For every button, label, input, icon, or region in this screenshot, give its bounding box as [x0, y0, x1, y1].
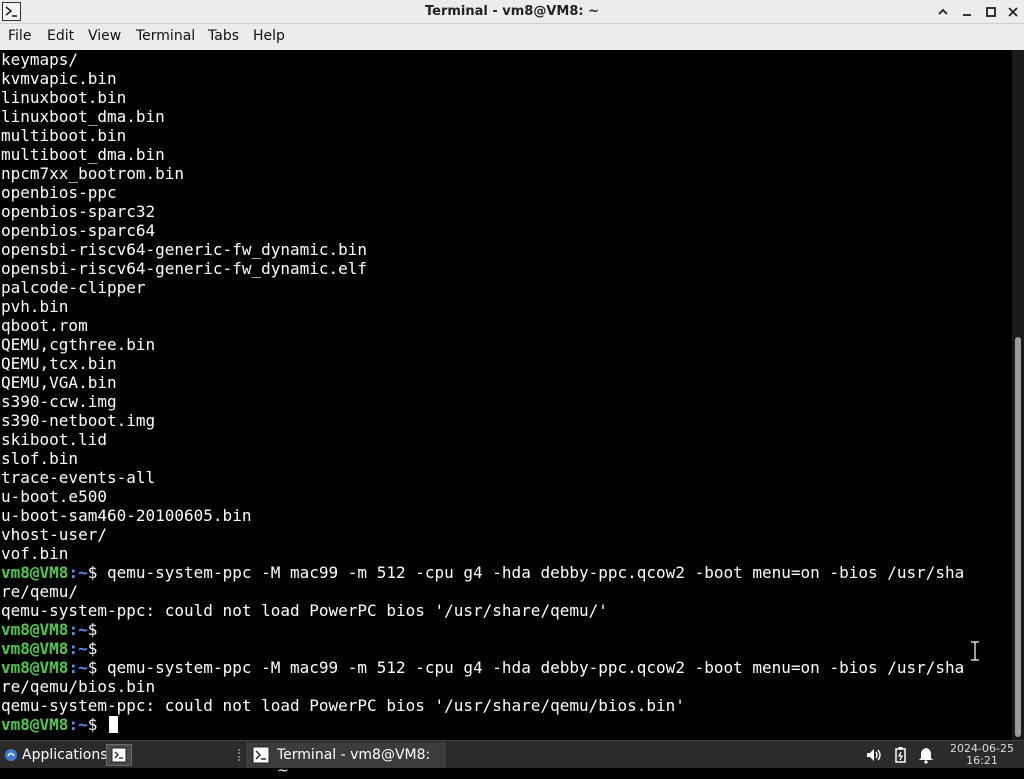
terminal-output-line: slof.bin [1, 449, 79, 468]
window-titlebar[interactable]: Terminal - vm8@VM8: ~ [0, 0, 1024, 24]
menu-file[interactable]: File [8, 28, 31, 44]
prompt-user: vm8@VM8 [1, 639, 69, 658]
terminal-prompt-line: vm8@VM8:~$ qemu-system-ppc -M mac99 -m 5… [1, 563, 964, 582]
terminal-output-line: linuxboot.bin [1, 88, 127, 107]
window-title: Terminal - vm8@VM8: ~ [424, 4, 600, 19]
menu-tabs[interactable]: Tabs [208, 28, 239, 44]
terminal-output-line: keymaps/ [1, 50, 79, 69]
text-cursor [108, 716, 118, 733]
prompt-symbol: $ [87, 639, 98, 658]
terminal-task-icon [252, 746, 270, 764]
prompt-command [97, 715, 107, 734]
prompt-path: :~ [68, 563, 88, 582]
terminal-output-line: opensbi-riscv64-generic-fw_dynamic.elf [1, 259, 368, 278]
prompt-symbol: $ [87, 658, 98, 677]
terminal-output-line: pvh.bin [1, 297, 69, 316]
prompt-path: :~ [68, 658, 88, 677]
terminal-output-line: re/qemu/bios.bin [1, 677, 156, 696]
minimize-button[interactable] [958, 3, 976, 21]
terminal-output-line: opensbi-riscv64-generic-fw_dynamic.bin [1, 240, 368, 259]
clock-time: 16:21 [966, 754, 998, 767]
prompt-command: qemu-system-ppc -M mac99 -m 512 -cpu g4 … [97, 563, 965, 582]
prompt-user: vm8@VM8 [1, 715, 69, 734]
menu-bar: File Edit View Terminal Tabs Help [0, 24, 1024, 50]
menu-edit[interactable]: Edit [47, 28, 74, 44]
terminal-output-line: vhost-user/ [1, 525, 107, 544]
taskbar-window-label: Terminal - vm8@VM8: ~ [277, 747, 431, 779]
maximize-up-icon[interactable] [934, 3, 952, 21]
terminal-output-line: s390-ccw.img [1, 392, 117, 411]
terminal-output-line: palcode-clipper [1, 278, 146, 297]
terminal-prompt-line: vm8@VM8:~$ [1, 620, 964, 639]
prompt-path: :~ [68, 620, 88, 639]
terminal-output-line: vof.bin [1, 544, 69, 563]
prompt-command: qemu-system-ppc -M mac99 -m 512 -cpu g4 … [97, 658, 965, 677]
clock[interactable]: 2024-06-25 16:21 [948, 743, 1016, 767]
notification-bell-icon[interactable] [916, 745, 936, 765]
menu-terminal[interactable]: Terminal [136, 28, 195, 44]
prompt-path: :~ [68, 715, 88, 734]
prompt-symbol: $ [87, 620, 98, 639]
terminal-scrollbar[interactable] [1012, 50, 1024, 740]
taskbar-separator [238, 749, 246, 761]
terminal-prompt-line: vm8@VM8:~$ [1, 715, 964, 734]
prompt-user: vm8@VM8 [1, 620, 69, 639]
ibeam-cursor-icon [968, 640, 982, 662]
terminal-prompt-line: vm8@VM8:~$ qemu-system-ppc -M mac99 -m 5… [1, 658, 964, 677]
close-button[interactable] [1004, 3, 1022, 21]
terminal-output-line: openbios-sparc64 [1, 221, 156, 240]
prompt-user: vm8@VM8 [1, 563, 69, 582]
terminal-output-line: QEMU,VGA.bin [1, 373, 117, 392]
terminal-area[interactable]: keymaps/kvmvapic.bin linuxboot.bin linuxbo… [0, 50, 1012, 740]
terminal-output-line: QEMU,tcx.bin [1, 354, 117, 373]
menu-view[interactable]: View [88, 28, 121, 44]
terminal-output-line: u-boot.e500 [1, 487, 107, 506]
prompt-symbol: $ [87, 715, 98, 734]
terminal-prompt-line: vm8@VM8:~$ [1, 639, 964, 658]
scrollbar-thumb[interactable] [1015, 337, 1021, 737]
prompt-user: vm8@VM8 [1, 658, 69, 677]
terminal-output-line: qemu-system-ppc: could not load PowerPC … [1, 696, 685, 715]
menu-help[interactable]: Help [253, 28, 285, 44]
terminal-launcher-icon [111, 747, 127, 763]
taskbar: Applications Terminal - vm8@VM8: ~ 2024-… [0, 740, 1024, 779]
applications-menu-button[interactable]: Applications [2, 743, 108, 767]
maximize-button[interactable] [982, 3, 1000, 21]
terminal-output-line: re/qemu/ [1, 582, 79, 601]
applications-label: Applications [22, 747, 108, 763]
terminal-output-line: qboot.rom [1, 316, 88, 335]
taskbar-window-terminal[interactable]: Terminal - vm8@VM8: ~ [246, 742, 446, 779]
terminal-output-line: skiboot.lid [1, 430, 107, 449]
terminal-output-line: u-boot-sam460-20100605.bin [1, 506, 252, 525]
terminal-output-line: multiboot_dma.bin [1, 145, 165, 164]
terminal-output-line: openbios-sparc32 [1, 202, 156, 221]
terminal-output-line: kvmvapic.bin [1, 69, 117, 88]
prompt-path: :~ [68, 639, 88, 658]
terminal-output-line: s390-netboot.img [1, 411, 156, 430]
terminal-output-line: qemu-system-ppc: could not load PowerPC … [1, 601, 608, 620]
applications-icon [4, 747, 18, 761]
terminal-output-line: trace-events-all [1, 468, 156, 487]
volume-icon[interactable] [864, 745, 884, 765]
prompt-symbol: $ [87, 563, 98, 582]
terminal-output-line: npcm7xx_bootrom.bin [1, 164, 185, 183]
terminal-output: keymaps/kvmvapic.bin linuxboot.bin linuxbo… [1, 50, 964, 734]
terminal-output-line: linuxboot_dma.bin [1, 107, 165, 126]
terminal-output-line: openbios-ppc [1, 183, 117, 202]
terminal-output-line: multiboot.bin [1, 126, 127, 145]
battery-icon[interactable] [890, 745, 910, 765]
terminal-launcher-button[interactable] [106, 744, 132, 766]
terminal-output-line: QEMU,cgthree.bin [1, 335, 156, 354]
